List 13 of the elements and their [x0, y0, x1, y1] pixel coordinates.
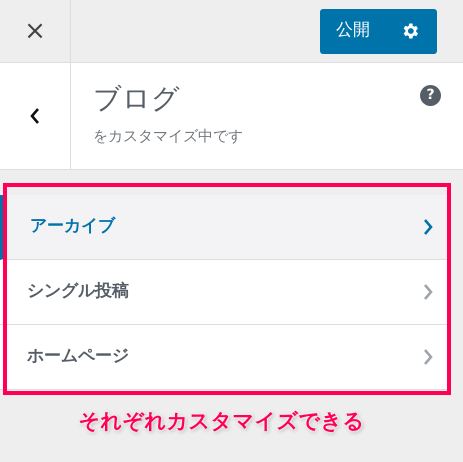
section-item[interactable]: シングル投稿 — [0, 260, 448, 325]
annotation-text: それぞれカスタマイズできる — [78, 408, 364, 435]
publish-button[interactable]: 公開 — [320, 8, 437, 54]
section-item[interactable]: アーカイブ — [0, 195, 448, 260]
chevron-right-icon — [422, 283, 434, 301]
section-subtitle: をカスタマイズ中です — [93, 126, 243, 147]
section-title: ブログ — [93, 81, 180, 117]
chevron-right-icon — [422, 348, 434, 366]
chevron-right-icon — [422, 218, 434, 236]
section-item[interactable]: ホームページ — [0, 325, 448, 390]
close-button[interactable]: × — [0, 0, 71, 62]
back-chevron-icon — [29, 107, 41, 125]
help-button[interactable]: ? — [420, 85, 441, 106]
